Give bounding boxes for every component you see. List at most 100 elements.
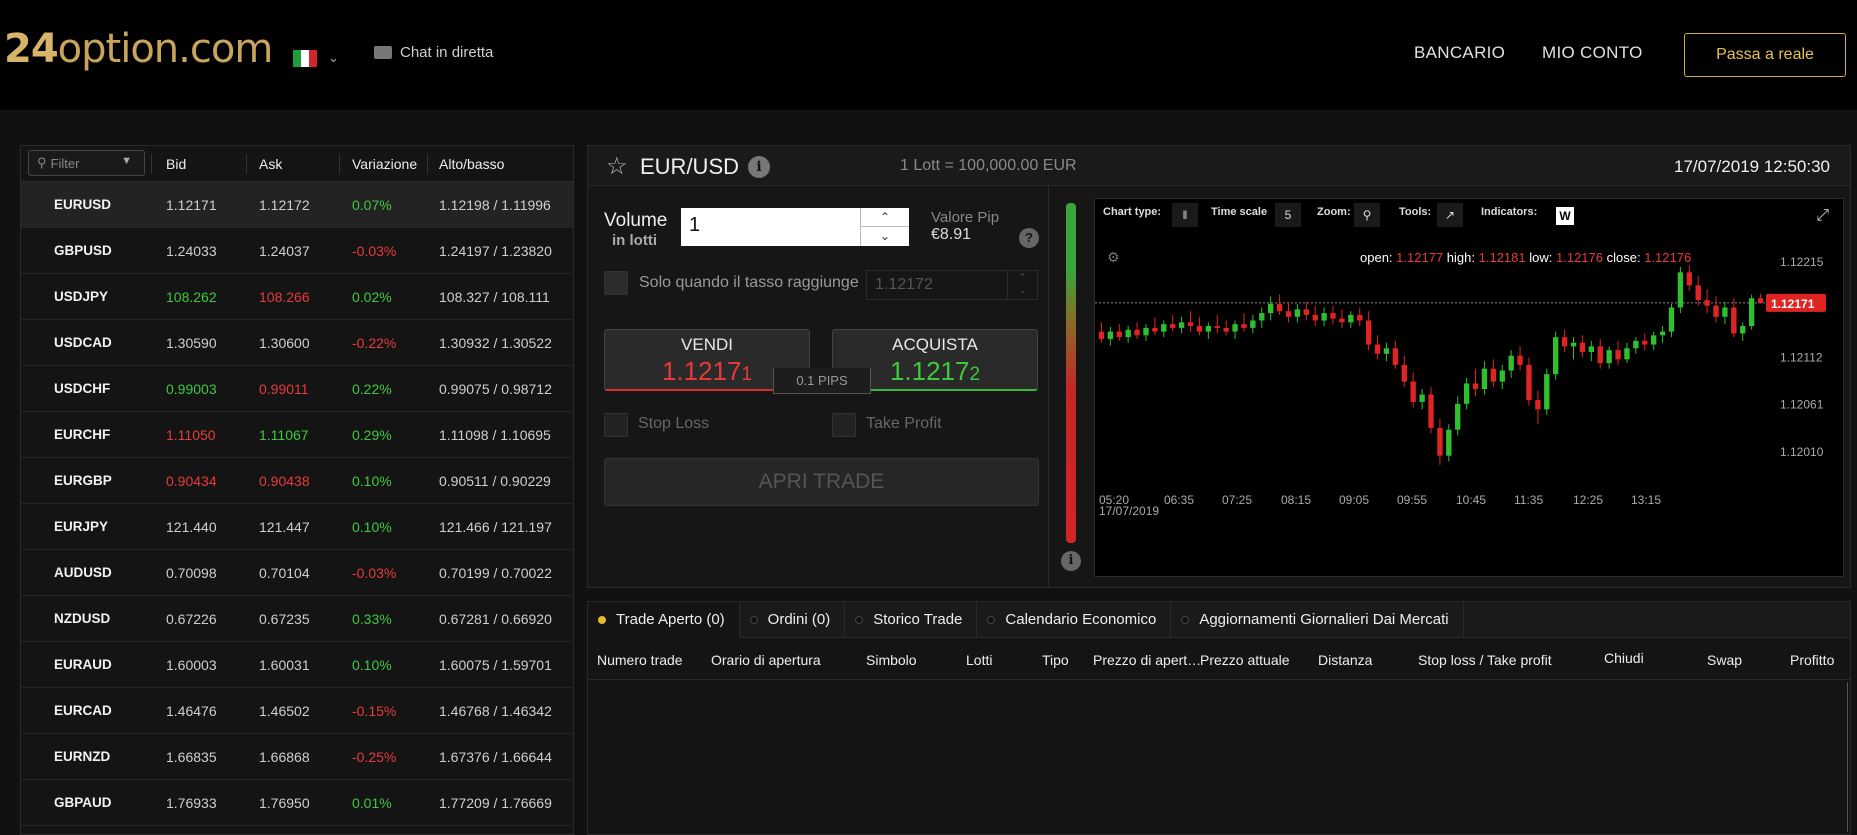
candle-body (1686, 272, 1692, 286)
take-profit-checkbox[interactable] (832, 413, 856, 437)
candle-body (1633, 340, 1639, 349)
logo[interactable]: 24option.com (4, 26, 273, 72)
candle-body (1303, 309, 1309, 315)
market-row[interactable]: USDJPY 108.262 108.266 0.02% 108.327 / 108.1… (21, 274, 573, 320)
candle-body (1731, 307, 1737, 334)
col-close[interactable]: Chiudi (1604, 650, 1644, 666)
market-row[interactable]: EURAUD 1.60003 1.60031 0.10% 1.60075 / 1.597… (21, 642, 573, 688)
scrollbar[interactable] (1847, 682, 1848, 832)
star-icon[interactable]: ☆ (606, 152, 628, 181)
candle-body (1410, 381, 1416, 402)
col-symbol[interactable]: Simbolo (866, 652, 917, 668)
candle-body (1588, 346, 1594, 352)
tab-trade-history[interactable]: Storico Trade (845, 602, 978, 638)
col-type[interactable]: Tipo (1042, 652, 1069, 668)
market-bid: 0.90434 (166, 472, 217, 489)
chevron-down-icon[interactable]: ⌄ (328, 50, 339, 66)
order-form: Volume in lotti 1 ⌃ ⌄ Valore Pip €8.91 ? So… (588, 186, 1048, 588)
candle-body (1615, 350, 1621, 360)
market-row[interactable]: EURCAD 1.46476 1.46502 -0.15% 1.46768 / 1.46… (21, 688, 573, 734)
market-row[interactable]: AUDUSD 0.70098 0.70104 -0.03% 0.70199 / 0.70… (21, 550, 573, 596)
col-distance[interactable]: Distanza (1318, 652, 1372, 668)
candle-body (1383, 348, 1390, 354)
price-chart[interactable]: Chart type: ‖ Time scale 5 Zoom: ⚲ Tools… (1094, 198, 1844, 577)
col-change[interactable]: Variazione (352, 156, 417, 172)
nav-banking[interactable]: BANCARIO (1414, 43, 1505, 63)
col-ask[interactable]: Ask (259, 156, 282, 172)
col-bid[interactable]: Bid (166, 156, 186, 172)
col-current-price[interactable]: Prezzo attuale (1200, 652, 1290, 668)
candle-body (1125, 329, 1131, 338)
rate-condition-label: Solo quando il tasso raggiunge (639, 274, 859, 291)
candle-body (1152, 327, 1158, 332)
col-open-price[interactable]: Prezzo di apert… (1093, 652, 1201, 668)
tab-daily-updates[interactable]: Aggiornamenti Giornalieri Dai Mercati (1171, 602, 1464, 638)
candle-body (1196, 326, 1203, 332)
market-change: 0.01% (352, 794, 392, 811)
x-tick-label: 12:25 (1573, 493, 1603, 507)
help-icon[interactable]: ? (1019, 228, 1039, 248)
rate-condition-checkbox[interactable] (604, 271, 628, 295)
filter-input[interactable]: ⚲ Filter ▼ (28, 150, 145, 176)
market-change: -0.22% (352, 334, 397, 351)
take-profit-label: Take Profit (866, 415, 942, 432)
market-row[interactable]: EURGBP 0.90434 0.90438 0.10% 0.90511 / 0.902… (21, 458, 573, 504)
candle-body (1285, 311, 1292, 317)
candle-body (1642, 340, 1648, 345)
col-trade-number[interactable]: Numero trade (597, 652, 683, 668)
col-sl-tp[interactable]: Stop loss / Take profit (1418, 652, 1552, 668)
chat-link[interactable]: Chat in diretta (374, 44, 493, 61)
chevron-up-icon[interactable]: ⌃ (861, 208, 909, 226)
info-icon[interactable]: i (748, 156, 770, 178)
tab-open-trades[interactable]: Trade Aperto (0) (588, 602, 740, 638)
market-row[interactable]: USDCAD 1.30590 1.30600 -0.22% 1.30932 / 1.30… (21, 320, 573, 366)
market-row[interactable]: GBPUSD 1.24033 1.24037 -0.03% 1.24197 / 1.23… (21, 228, 573, 274)
rate-input[interactable]: 1.12172 ⌃ ⌄ (866, 270, 1038, 300)
candle-body (1455, 403, 1461, 430)
market-bid: 1.76933 (166, 794, 217, 811)
candle-body (1508, 355, 1514, 371)
candle-body (1223, 327, 1229, 332)
candle-body (1374, 344, 1381, 354)
candle-body (1392, 348, 1399, 365)
market-row[interactable]: EURJPY 121.440 121.447 0.10% 121.466 / 121.1… (21, 504, 573, 550)
x-date-label: 17/07/2019 (1099, 504, 1159, 518)
chevron-down-icon[interactable]: ⌄ (861, 226, 909, 245)
volume-stepper[interactable]: ⌃ ⌄ (860, 208, 909, 246)
market-bid: 1.66835 (166, 748, 217, 765)
tab-orders[interactable]: Ordini (0) (740, 602, 846, 638)
market-row[interactable]: EURUSD 1.12171 1.12172 0.07% 1.12198 / 1.119… (21, 182, 573, 228)
italy-flag-icon[interactable] (293, 50, 317, 67)
col-high-low[interactable]: Alto/basso (439, 156, 504, 172)
tab-economic-calendar[interactable]: Calendario Economico (977, 602, 1172, 638)
col-swap[interactable]: Swap (1707, 652, 1742, 668)
market-ask: 1.66868 (259, 748, 310, 765)
market-range: 1.60075 / 1.59701 (439, 656, 552, 673)
col-lots[interactable]: Lotti (966, 652, 992, 668)
stop-loss-checkbox[interactable] (604, 413, 628, 437)
market-row[interactable]: NZDUSD 0.67226 0.67235 0.33% 0.67281 / 0.669… (21, 596, 573, 642)
candle-body (1419, 394, 1425, 402)
pip-value: Valore Pip €8.91 (931, 209, 1000, 243)
market-row[interactable]: GBPAUD 1.76933 1.76950 0.01% 1.77209 / 1.766… (21, 780, 573, 826)
market-change: 0.10% (352, 472, 392, 489)
market-symbol: EURUSD (54, 197, 112, 212)
candle-body (1187, 322, 1194, 327)
market-range: 121.466 / 121.197 (439, 518, 552, 535)
col-profit[interactable]: Profitto (1790, 652, 1834, 668)
market-row[interactable]: EURNZD 1.66835 1.66868 -0.25% 1.67376 / 1.66… (21, 734, 573, 780)
info-icon[interactable]: i (1061, 551, 1081, 571)
switch-to-real-button[interactable]: Passa a reale (1684, 33, 1846, 77)
market-symbol: GBPAUD (54, 795, 112, 810)
x-tick-label: 09:05 (1339, 493, 1369, 507)
open-trade-button[interactable]: APRI TRADE (604, 458, 1039, 506)
top-bar: 24option.com ⌄ Chat in diretta BANCARIO … (0, 0, 1857, 110)
last-price-label: 1.12171 (1771, 297, 1815, 311)
market-row[interactable]: EURCHF 1.11050 1.11067 0.29% 1.11098 / 1.106… (21, 412, 573, 458)
candle-body (1463, 383, 1470, 404)
chevron-down-icon[interactable]: ▼ (121, 155, 132, 167)
rate-stepper[interactable]: ⌃ ⌄ (1007, 271, 1037, 299)
col-open-time[interactable]: Orario di apertura (711, 652, 821, 668)
market-row[interactable]: USDCHF 0.99003 0.99011 0.22% 0.99075 / 0.987… (21, 366, 573, 412)
nav-account[interactable]: MIO CONTO (1542, 43, 1643, 63)
